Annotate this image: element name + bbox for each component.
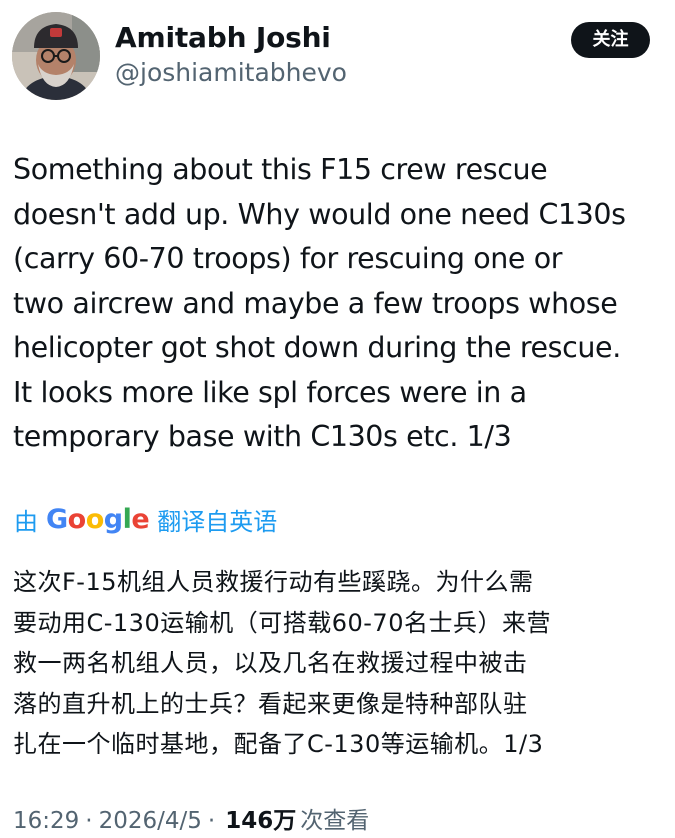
display-name[interactable]: Amitabh Joshi [115,20,347,56]
google-logo-letter: e [131,503,150,535]
google-logo-letter: o [85,503,105,535]
user-handle[interactable]: @joshiamitabhevo [115,56,347,90]
tweet-meta: 16:29 · 2026/4/5 · 146万 次查看 [13,804,369,838]
translated-tweet-text: 这次F-15机组人员救援行动有些蹊跷。为什么需 要动用C-130运输机（可搭载6… [13,568,551,758]
avatar-image [12,12,100,100]
google-logo-letter: l [122,503,132,535]
google-logo-letter: o [67,503,87,535]
translation-prefix: 由 [14,507,38,536]
view-count: 146万 [225,808,297,834]
tweet-text: Something about this F15 crew rescue doe… [13,153,626,453]
google-logo-letter: g [103,503,123,535]
views-label: 次查看 [300,808,370,834]
user-info: Amitabh Joshi @joshiamitabhevo [115,20,347,90]
translation-attribution: 由 Google 翻译自英语 [14,500,277,538]
tweet-date[interactable]: 2026/4/5 [99,804,202,838]
follow-button[interactable]: 关注 [571,22,650,58]
user-avatar[interactable] [12,12,100,100]
meta-separator-2: · [207,808,216,834]
tweet-header: Amitabh Joshi @joshiamitabhevo 关注 [0,0,675,110]
tweet-time[interactable]: 16:29 [13,804,79,838]
google-logo: Google [46,503,150,535]
google-logo-letter: G [46,503,68,535]
translated-from-english-link[interactable]: 翻译自英语 [157,502,277,537]
meta-separator: · [85,808,93,834]
